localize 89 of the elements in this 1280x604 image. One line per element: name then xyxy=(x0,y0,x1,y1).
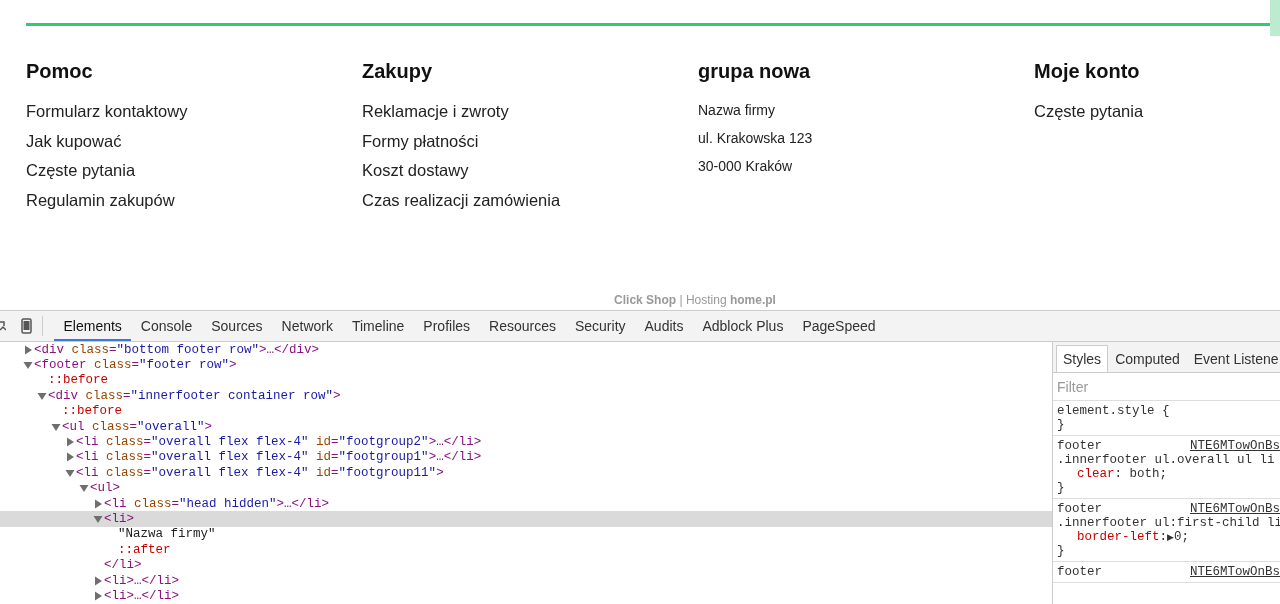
dom-tree-row[interactable]: ::before xyxy=(0,403,1052,419)
dom-tree-row[interactable]: <ul> xyxy=(0,480,1052,496)
dom-node-code: <ul class="overall"> xyxy=(62,419,213,434)
rule-origin: footer xyxy=(1057,565,1102,579)
footer-link[interactable]: Częste pytania xyxy=(1034,101,1144,121)
dom-tree-row[interactable]: "Nazwa firmy" xyxy=(0,526,1052,543)
devtools-tab[interactable]: Resources xyxy=(479,311,566,341)
dom-tree-row[interactable]: <li>…</li> xyxy=(0,588,1052,604)
sidebar-tab[interactable]: Styles xyxy=(1056,345,1109,372)
collapsed-triangle-icon[interactable] xyxy=(92,497,104,510)
css-selector: element.style { xyxy=(1057,404,1170,418)
dom-tree-row[interactable]: ::after xyxy=(0,542,1052,558)
dom-node-code: <li class="head hidden">…</li> xyxy=(104,496,330,511)
devtools-tab[interactable]: Timeline xyxy=(342,311,414,341)
dom-node-code: <li class="overall flex flex-4" id="footgroup1">…</li> xyxy=(76,450,482,465)
collapsed-triangle-icon[interactable] xyxy=(92,574,104,587)
dom-node-code: <li>…</li> xyxy=(104,588,179,603)
footer-link[interactable]: Regulamin zakupów xyxy=(26,189,175,210)
footer-heading: Pomoc xyxy=(26,60,94,83)
rule-origin: footer xyxy=(1057,502,1102,516)
dom-node-code: <div class="innerfooter container row"> xyxy=(48,388,341,403)
device-icon[interactable] xyxy=(21,318,32,334)
dom-node-code: <div class="bottom footer row">…</div> xyxy=(34,342,320,357)
dom-node-code: <li class="overall flex flex-4" id="footgroup2">…</li> xyxy=(76,435,482,450)
dom-node-code: "Nazwa firmy" xyxy=(118,527,216,542)
devtools-tab[interactable]: Console xyxy=(131,311,202,341)
devtools-tab[interactable]: Audits xyxy=(635,311,693,341)
dom-tree-row[interactable]: <li> xyxy=(0,511,1052,527)
css-selector: .innerfooter ul.overall ul li xyxy=(1057,453,1275,467)
dom-tree-row[interactable]: <li class="overall flex flex-4" id="footgroup1">…</li> xyxy=(0,449,1052,466)
dom-node-code: <ul> xyxy=(90,481,120,496)
devtools-tab[interactable]: Elements xyxy=(54,311,132,341)
expanded-triangle-icon[interactable] xyxy=(92,513,104,525)
dom-tree-row[interactable]: <div class="bottom footer row">…</div> xyxy=(0,342,1052,358)
devtools-tab[interactable]: Profiles xyxy=(413,311,480,341)
collapsed-triangle-icon[interactable] xyxy=(92,589,104,602)
dom-tree-row[interactable]: <li>…</li> xyxy=(0,572,1052,589)
collapsed-triangle-icon[interactable] xyxy=(22,343,34,356)
dom-node-code: <li class="overall flex flex-4" id="footgroup11"> xyxy=(76,465,444,480)
dom-node-code: ::before xyxy=(62,404,122,419)
dom-tree-row[interactable]: <footer class="footer row"> xyxy=(0,357,1052,373)
collapsed-triangle-icon[interactable] xyxy=(64,451,76,464)
dom-node-code: ::before xyxy=(48,373,108,388)
dom-tree-row[interactable]: <li class="head hidden">…</li> xyxy=(0,495,1052,512)
address-line: ul. Krakowska 123 xyxy=(698,129,813,147)
css-value: 0; xyxy=(1173,530,1189,544)
footer-link[interactable]: Czas realizacji zamówienia xyxy=(362,189,561,210)
devtools-tab[interactable]: PageSpeed xyxy=(792,311,886,341)
css-value: both; xyxy=(1129,467,1168,481)
address-line: 30-000 Kraków xyxy=(698,157,793,175)
closing-brace: } xyxy=(1057,481,1065,495)
dom-tree-row[interactable]: ::before xyxy=(0,372,1052,389)
devtools-tab[interactable]: Sources xyxy=(201,311,273,341)
dom-tree-row[interactable]: </li> xyxy=(0,557,1052,573)
dom-tree-row[interactable]: <ul class="overall"> xyxy=(0,418,1052,435)
closing-brace: } xyxy=(1057,544,1065,558)
dom-node-code: <li>…</li> xyxy=(104,573,179,588)
devtools-tab[interactable]: Adblock Plus xyxy=(692,311,793,341)
source-link[interactable]: NTE6MTowOnBs xyxy=(1190,502,1280,516)
devtools-tab[interactable]: Security xyxy=(565,311,636,341)
footer-heading: Moje konto xyxy=(1034,60,1141,83)
dom-node-code: </li> xyxy=(104,558,142,573)
footer-heading: Zakupy xyxy=(362,60,434,83)
source-link[interactable]: NTE6MTowOnBs xyxy=(1190,439,1280,453)
source-link[interactable]: NTE6MTowOnBs xyxy=(1190,565,1280,579)
collapsed-triangle-icon[interactable] xyxy=(64,436,76,449)
closing-brace: } xyxy=(1057,418,1065,432)
footer-link[interactable]: Jak kupować xyxy=(26,130,122,151)
dom-tree-row[interactable]: <div class="innerfooter container row"> xyxy=(0,388,1052,404)
dom-tree-row[interactable]: <li class="overall flex flex-4" id="footgroup11"> xyxy=(0,465,1052,481)
credits-text: Click Shop | Hosting home.pl xyxy=(613,293,777,309)
css-property: border-left: xyxy=(1077,530,1168,544)
dom-node-code: <footer class="footer row"> xyxy=(34,358,237,373)
sidebar-tab[interactable]: Computed xyxy=(1108,345,1187,372)
dom-node-code: ::after xyxy=(118,542,171,557)
footer-link[interactable]: Reklamacje i zwroty xyxy=(362,101,509,121)
rule-origin: footer xyxy=(1057,439,1102,453)
footer-heading: grupa nowa xyxy=(698,60,812,83)
footer-link[interactable]: Koszt dostawy xyxy=(362,160,469,180)
css-property: clear: xyxy=(1077,467,1124,481)
dom-tree-row[interactable]: <li class="overall flex flex-4" id="footgroup2">…</li> xyxy=(0,434,1052,450)
address-line: Nazwa firmy xyxy=(698,101,775,119)
footer-link[interactable]: Formularz kontaktowy xyxy=(26,101,188,121)
dom-node-code: <li> xyxy=(104,512,134,526)
footer-link[interactable]: Formy płatności xyxy=(362,130,479,151)
sidebar-tab[interactable]: Event Listene xyxy=(1186,345,1280,372)
devtools-tab[interactable]: Network xyxy=(272,311,343,341)
expand-triangle-icon[interactable]: ▶ xyxy=(1167,532,1174,542)
footer-link[interactable]: Częste pytania xyxy=(26,160,136,180)
